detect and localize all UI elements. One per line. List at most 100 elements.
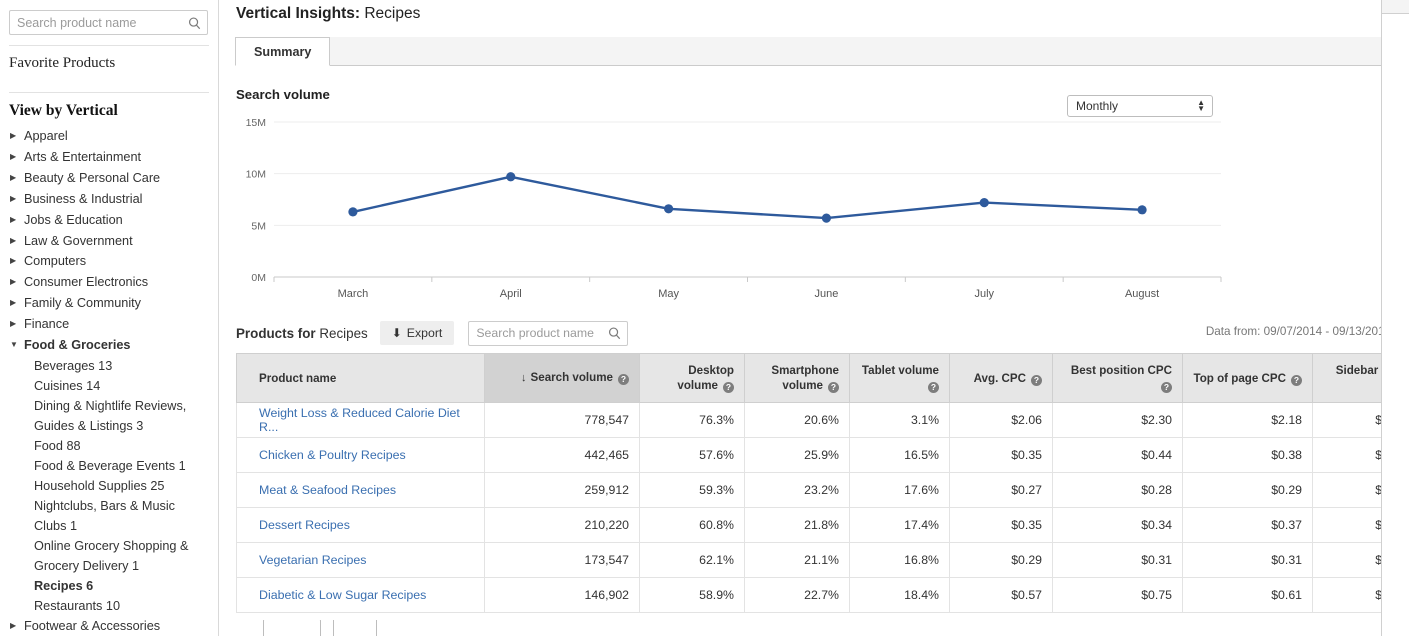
help-icon[interactable]: ? [723, 382, 734, 393]
sidebar-vertical-footwear-accessories[interactable]: ▶Footwear & Accessories [0, 616, 218, 636]
product-link[interactable]: Weight Loss & Reduced Calorie Diet R... [259, 406, 460, 434]
sidebar-subcategory-list: Beverages 13Cuisines 14Dining & Nightlif… [0, 356, 218, 616]
table-header-smartphone-volume[interactable]: Smartphone volume? [745, 354, 850, 403]
chevron-down-icon[interactable]: ▼ [10, 335, 22, 356]
chart-data-point[interactable] [506, 172, 515, 181]
table-header-product-name[interactable]: Product name [237, 354, 485, 403]
help-icon[interactable]: ? [1031, 375, 1042, 386]
table-cell-top-of-page-cpc: $0.38 [1183, 438, 1313, 473]
table-cell-tablet: 17.4% [850, 508, 950, 543]
sidebar-subitem-household-supplies-25[interactable]: Household Supplies 25 [0, 476, 218, 496]
help-icon[interactable]: ? [1161, 382, 1172, 393]
table-cell-avg-cpc: $2.06 [950, 403, 1053, 438]
sidebar-vertical-jobs-education[interactable]: ▶Jobs & Education [0, 210, 218, 231]
table-header-best-position-cpc[interactable]: Best position CPC? [1053, 354, 1183, 403]
sidebar-vertical-label: Business & Industrial [24, 189, 218, 210]
table-header-inner: Desktop volume? [650, 363, 734, 393]
chevron-right-icon[interactable]: ▶ [10, 210, 22, 231]
table-cell-top-of-page-cpc: $0.61 [1183, 578, 1313, 613]
search-input[interactable] [10, 11, 207, 34]
chevron-right-icon[interactable]: ▶ [10, 147, 22, 168]
chart-data-point[interactable] [664, 204, 673, 213]
table-cell-avg-cpc: $0.27 [950, 473, 1053, 508]
sidebar-vertical-business-industrial[interactable]: ▶Business & Industrial [0, 189, 218, 210]
table-cell-tablet: 16.8% [850, 543, 950, 578]
table-header-avg-cpc[interactable]: Avg. CPC? [950, 354, 1053, 403]
sidebar-vertical-law-government[interactable]: ▶Law & Government [0, 231, 218, 252]
sidebar-search[interactable] [9, 10, 208, 35]
table-cell-product-name: Diabetic & Low Sugar Recipes [237, 578, 485, 613]
table-cell-avg-cpc: $0.29 [950, 543, 1053, 578]
chart-line-series [353, 177, 1142, 218]
chevron-right-icon[interactable]: ▶ [10, 293, 22, 314]
table-row: Meat & Seafood Recipes259,91259.3%23.2%1… [237, 473, 1409, 508]
sidebar-subitem-food-beverage-events-1[interactable]: Food & Beverage Events 1 [0, 456, 218, 476]
sidebar-subitem-nightclubs-bars-music-clubs-1[interactable]: Nightclubs, Bars & Music Clubs 1 [0, 496, 218, 536]
chart-data-point[interactable] [980, 198, 989, 207]
export-button[interactable]: ⬇ Export [380, 321, 455, 345]
table-search-input[interactable] [469, 322, 627, 345]
chevron-right-icon[interactable]: ▶ [10, 168, 22, 189]
sidebar-vertical-beauty-personal-care[interactable]: ▶Beauty & Personal Care [0, 168, 218, 189]
table-cell-product-name: Meat & Seafood Recipes [237, 473, 485, 508]
page-size-select[interactable] [263, 620, 321, 636]
table-header-top-of-page-cpc[interactable]: Top of page CPC? [1183, 354, 1313, 403]
table-row: Weight Loss & Reduced Calorie Diet R...7… [237, 403, 1409, 438]
page-number-input[interactable] [333, 620, 377, 636]
table-header-search-volume[interactable]: ↓Search volume? [485, 354, 640, 403]
chart-y-tick-label: 5M [251, 220, 266, 232]
chevron-right-icon[interactable]: ▶ [10, 616, 22, 636]
product-link[interactable]: Vegetarian Recipes [259, 553, 366, 567]
chart-y-tick-label: 15M [246, 117, 266, 129]
sidebar-vertical-arts-entertainment[interactable]: ▶Arts & Entertainment [0, 147, 218, 168]
sidebar-vertical-computers[interactable]: ▶Computers [0, 251, 218, 272]
table-cell-avg-cpc: $0.57 [950, 578, 1053, 613]
chart-x-tick-label: June [814, 288, 838, 300]
sidebar-subitem-recipes-6[interactable]: Recipes 6 [0, 576, 218, 596]
product-link[interactable]: Chicken & Poultry Recipes [259, 448, 406, 462]
sidebar: Favorite Products View by Vertical ▶Appa… [0, 0, 219, 636]
chart-data-point[interactable] [822, 214, 831, 223]
product-link[interactable]: Meat & Seafood Recipes [259, 483, 396, 497]
table-header-desktop-volume[interactable]: Desktop volume? [640, 354, 745, 403]
sidebar-subitem-restaurants-10[interactable]: Restaurants 10 [0, 596, 218, 616]
table-cell-best-position-cpc: $2.30 [1053, 403, 1183, 438]
tab-summary[interactable]: Summary [235, 37, 330, 66]
chevron-right-icon[interactable]: ▶ [10, 189, 22, 210]
help-icon[interactable]: ? [618, 374, 629, 385]
help-icon[interactable]: ? [928, 382, 939, 393]
chevron-right-icon[interactable]: ▶ [10, 231, 22, 252]
table-row: Chicken & Poultry Recipes442,46557.6%25.… [237, 438, 1409, 473]
sidebar-vertical-finance[interactable]: ▶Finance [0, 314, 218, 335]
chart-data-point[interactable] [348, 207, 357, 216]
product-link[interactable]: Dessert Recipes [259, 518, 350, 532]
chart-data-point[interactable] [1137, 205, 1146, 214]
sidebar-subitem-beverages-13[interactable]: Beverages 13 [0, 356, 218, 376]
sidebar-vertical-family-community[interactable]: ▶Family & Community [0, 293, 218, 314]
table-search[interactable] [468, 321, 628, 346]
sidebar-vertical-food-groceries[interactable]: ▼Food & Groceries [0, 335, 218, 356]
chevron-right-icon[interactable]: ▶ [10, 251, 22, 272]
sidebar-vertical-consumer-electronics[interactable]: ▶Consumer Electronics [0, 272, 218, 293]
table-cell-smartphone: 21.8% [745, 508, 850, 543]
sidebar-vertical-label: Food & Groceries [24, 335, 218, 356]
table-cell-tablet: 17.6% [850, 473, 950, 508]
sidebar-vertical-apparel[interactable]: ▶Apparel [0, 126, 218, 147]
sidebar-favorite-products[interactable]: Favorite Products [0, 46, 218, 82]
sidebar-subitem-cuisines-14[interactable]: Cuisines 14 [0, 376, 218, 396]
chart-y-tick-label: 0M [251, 272, 266, 284]
help-icon[interactable]: ? [1291, 375, 1302, 386]
tab-summary-label: Summary [254, 45, 311, 59]
sidebar-subitem-online-grocery-shopping-grocery-delivery-1[interactable]: Online Grocery Shopping & Grocery Delive… [0, 536, 218, 576]
chevron-right-icon[interactable]: ▶ [10, 272, 22, 293]
chevron-right-icon[interactable]: ▶ [10, 314, 22, 335]
product-link[interactable]: Diabetic & Low Sugar Recipes [259, 588, 426, 602]
table-header-inner: Avg. CPC? [974, 371, 1042, 386]
chevron-right-icon[interactable]: ▶ [10, 126, 22, 147]
table-header-tablet-volume[interactable]: Tablet volume? [850, 354, 950, 403]
help-icon[interactable]: ? [828, 382, 839, 393]
sidebar-subitem-food-88[interactable]: Food 88 [0, 436, 218, 456]
main-content: Vertical Insights: Recipes Summary Searc… [219, 0, 1409, 636]
table-cell-best-position-cpc: $0.44 [1053, 438, 1183, 473]
sidebar-subitem-dining-nightlife-reviews-guides-listings-3[interactable]: Dining & Nightlife Reviews, Guides & Lis… [0, 396, 218, 436]
